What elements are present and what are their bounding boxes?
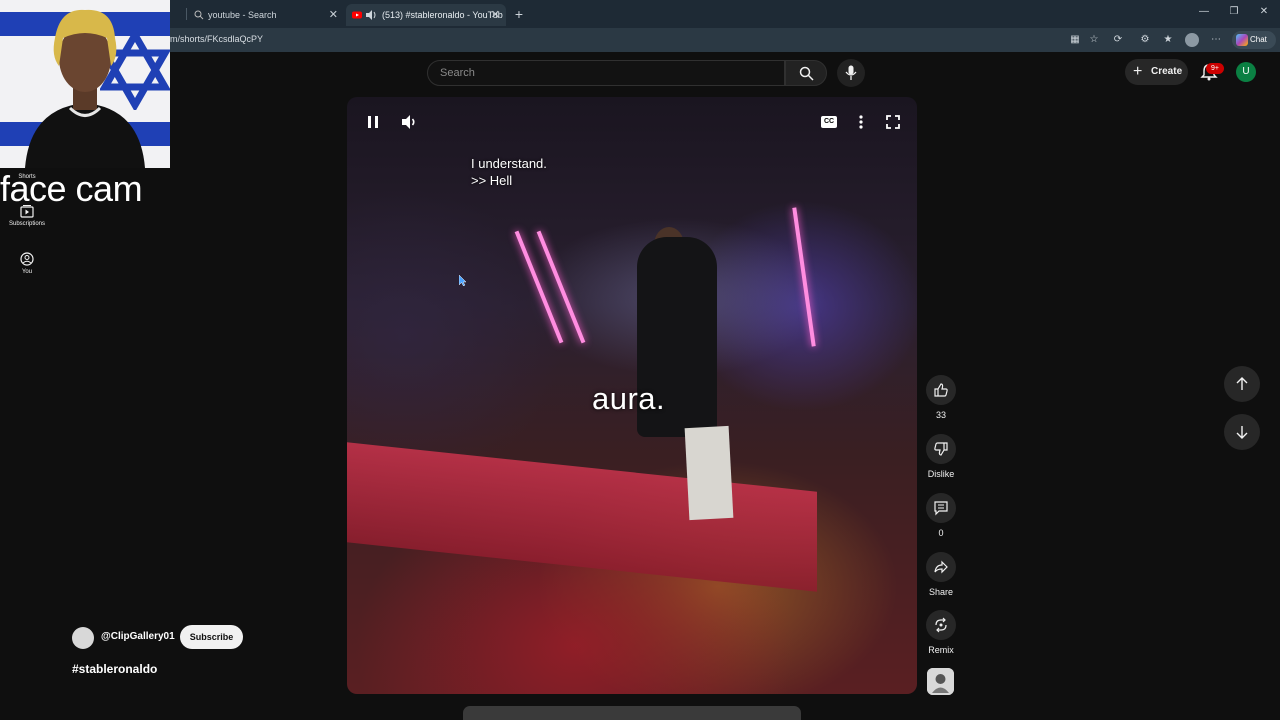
comments-action[interactable]: 0 [921, 493, 961, 538]
voice-search-button[interactable] [837, 59, 865, 87]
arrow-down-icon [1236, 426, 1248, 439]
sound-avatar[interactable] [927, 668, 954, 695]
thumbs-up-icon [934, 383, 948, 397]
url-field[interactable]: m/shorts/FKcsdlaQcPY [170, 34, 263, 44]
caption-line: >> Hell [471, 173, 513, 188]
facecam-overlay [0, 0, 170, 168]
close-tab-icon[interactable]: ✕ [491, 4, 500, 26]
account-avatar[interactable]: U [1236, 62, 1256, 82]
mouse-cursor-icon [459, 275, 467, 286]
share-label: Share [928, 587, 954, 597]
chat-button[interactable]: Chat [1232, 31, 1276, 49]
sidebar-item-you[interactable]: You [4, 252, 50, 275]
remix-label: Remix [928, 645, 954, 655]
dislike-label: Dislike [927, 469, 955, 479]
close-icon[interactable]: ✕ [1254, 6, 1274, 17]
youtube-favicon-icon [352, 11, 362, 19]
shorts-video-player[interactable]: CC I understand. >> Hell aura. [347, 97, 917, 694]
minimize-icon[interactable]: — [1194, 6, 1214, 17]
like-action[interactable]: 33 [921, 375, 961, 420]
tab-title: (513) #stableronaldo - YouTub [382, 10, 503, 20]
speaker-icon[interactable] [366, 10, 377, 20]
pause-icon[interactable] [361, 110, 385, 134]
fullscreen-icon[interactable] [881, 110, 905, 134]
remix-action[interactable]: Remix [921, 610, 961, 655]
sidebar-item-label: Subscriptions [8, 221, 46, 227]
browser-tab-bar: youtube - Search ✕ (513) #stableronaldo … [0, 0, 1280, 28]
dislike-action[interactable]: Dislike [921, 434, 961, 479]
new-tab-button[interactable]: + [512, 4, 526, 24]
share-icon [934, 560, 948, 574]
search-button[interactable] [785, 60, 827, 86]
comment-icon [934, 501, 948, 516]
comment-count: 0 [938, 528, 944, 538]
chat-label: Chat [1250, 35, 1267, 44]
remix-button[interactable] [926, 610, 956, 640]
closed-captions-button[interactable]: CC [821, 116, 837, 128]
tab-title: youtube - Search [208, 10, 277, 20]
account-icon [20, 252, 34, 266]
copilot-icon [1236, 34, 1248, 46]
remix-icon [935, 617, 947, 633]
address-bar: m/shorts/FKcsdlaQcPY ▦ ☆ ⟳ ⚙ ★ ⋯ Chat [0, 28, 1280, 52]
restore-icon[interactable]: ❐ [1224, 6, 1244, 17]
cc-label: CC [823, 118, 835, 125]
microphone-icon [845, 65, 857, 80]
tab-youtube-search[interactable]: youtube - Search ✕ [188, 4, 344, 26]
profile-icon[interactable] [1185, 33, 1199, 47]
share-action[interactable]: Share [921, 552, 961, 597]
channel-handle[interactable]: @ClipGallery01 [101, 631, 175, 642]
like-button[interactable] [926, 375, 956, 405]
more-icon[interactable]: ⋯ [1209, 33, 1223, 47]
caption-line: I understand. [471, 156, 547, 171]
facecam-label: face cam [0, 168, 143, 209]
arrow-up-icon [1236, 377, 1248, 390]
extensions-icon[interactable]: ⚙ [1138, 33, 1152, 47]
tab-stableronaldo[interactable]: (513) #stableronaldo - YouTub ✕ [346, 4, 506, 26]
favorite-star-icon[interactable]: ☆ [1087, 33, 1101, 47]
search-placeholder: Search [440, 67, 475, 79]
channel-avatar[interactable] [72, 627, 94, 649]
screen: youtube - Search ✕ (513) #stableronaldo … [0, 0, 1280, 720]
search-input[interactable]: Search [427, 60, 785, 86]
tab-separator [186, 8, 187, 20]
favorites-icon[interactable]: ★ [1161, 33, 1175, 47]
thumbs-down-icon [934, 442, 948, 456]
caption-top: I understand. >> Hell [471, 155, 547, 189]
create-button[interactable]: + Create [1125, 59, 1188, 85]
red-table [347, 442, 817, 592]
dislike-button[interactable] [926, 434, 956, 464]
refresh-icon[interactable]: ⟳ [1111, 33, 1125, 47]
next-short-button[interactable] [1224, 414, 1260, 450]
search-icon [194, 10, 204, 20]
notification-badge: 9+ [1206, 63, 1224, 74]
comments-button[interactable] [926, 493, 956, 523]
sidebar-item-label: You [21, 269, 33, 275]
youtube-page: Search + Create 9+ U Shorts Subscription… [0, 52, 1280, 720]
close-tab-icon[interactable]: ✕ [329, 4, 338, 26]
plus-icon: + [1133, 63, 1143, 80]
sound-thumbnail-icon [927, 668, 954, 695]
reading-mode-icon[interactable]: ▦ [1068, 33, 1082, 47]
create-label: Create [1151, 66, 1183, 77]
search-icon [799, 66, 814, 81]
share-button[interactable] [926, 552, 956, 582]
menu-card [684, 425, 734, 521]
caption-center: aura. [592, 381, 666, 416]
video-title[interactable]: #stableronaldo [72, 662, 157, 676]
horizontal-scrollbar[interactable] [463, 706, 801, 720]
more-options-icon[interactable] [849, 110, 873, 134]
previous-short-button[interactable] [1224, 366, 1260, 402]
volume-icon[interactable] [397, 110, 421, 134]
like-count: 33 [935, 410, 946, 420]
subscribe-button[interactable]: Subscribe [180, 625, 243, 649]
person-photo [25, 9, 145, 168]
